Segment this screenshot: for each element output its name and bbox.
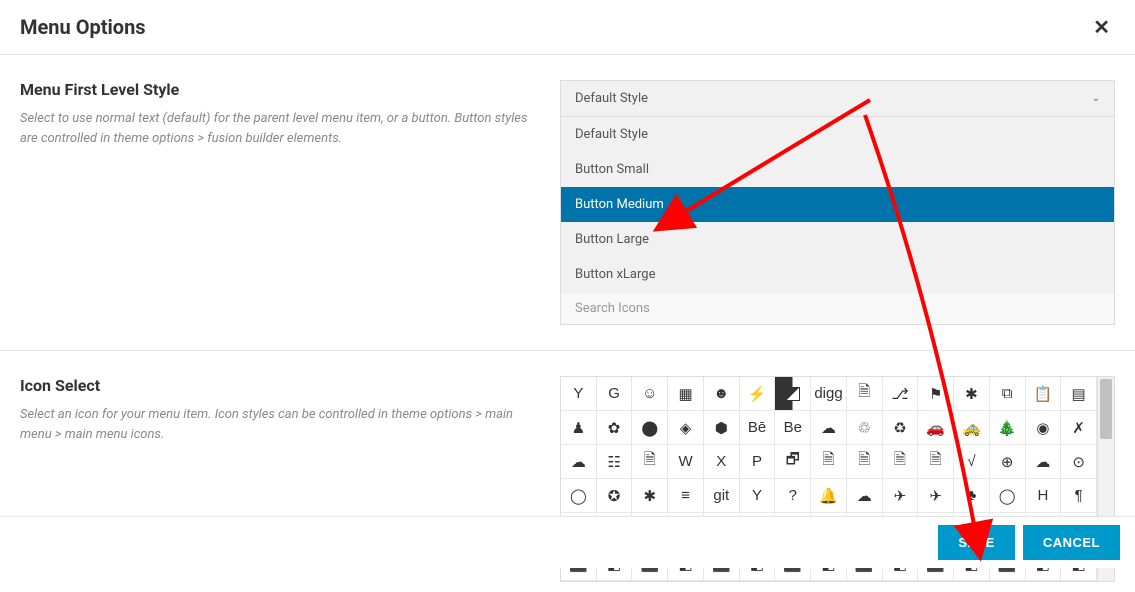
icon-cell[interactable]: ⬢ <box>704 411 740 445</box>
icon-cell[interactable]: ▤ <box>1061 377 1097 411</box>
icon-cell[interactable]: 🗎 <box>811 445 847 479</box>
icon-cell[interactable]: X <box>704 445 740 479</box>
icon-cell[interactable]: 🗗 <box>775 445 811 479</box>
icon-cell[interactable]: ¶ <box>1061 479 1097 513</box>
scrollbar-thumb[interactable] <box>1100 379 1112 439</box>
style-label-col: Menu First Level Style Select to use nor… <box>20 80 560 325</box>
icon-cell[interactable]: ☁ <box>561 445 597 479</box>
icon-cell[interactable]: ✗ <box>1061 411 1097 445</box>
close-icon[interactable]: ✕ <box>1088 15 1115 39</box>
icon-cell[interactable]: digg <box>811 377 847 411</box>
icon-cell[interactable]: Y <box>561 377 597 411</box>
icon-cell[interactable]: git <box>704 479 740 513</box>
icon-cell[interactable]: ☁ <box>811 411 847 445</box>
icon-help: Select an icon for your menu item. Icon … <box>20 405 530 444</box>
icon-cell[interactable]: ? <box>775 479 811 513</box>
style-help: Select to use normal text (default) for … <box>20 109 530 148</box>
icon-label: Icon Select <box>20 376 530 395</box>
icon-cell[interactable]: ⊙ <box>1061 445 1097 479</box>
icon-cell[interactable]: ✿ <box>597 411 633 445</box>
icon-cell[interactable]: ◈ <box>668 411 704 445</box>
icon-cell[interactable]: ☻ <box>704 377 740 411</box>
icon-cell[interactable]: Bē <box>740 411 776 445</box>
icon-cell[interactable]: ⚡ <box>740 377 776 411</box>
cancel-button[interactable]: CANCEL <box>1023 525 1120 560</box>
icon-cell[interactable]: 🔔 <box>811 479 847 513</box>
annotation-arrow-2 <box>855 115 1035 549</box>
icon-cell[interactable]: ✱ <box>632 479 668 513</box>
icon-cell[interactable]: ▦ <box>668 377 704 411</box>
icon-cell[interactable]: ≡ <box>668 479 704 513</box>
icon-cell[interactable]: ✪ <box>597 479 633 513</box>
icon-cell[interactable]: ⬤ <box>632 411 668 445</box>
chevron-down-icon: ⌄ <box>1092 93 1100 104</box>
icon-cell[interactable] <box>775 377 811 411</box>
style-select-value: Default Style <box>575 91 648 106</box>
dialog-header: Menu Options ✕ <box>0 0 1135 55</box>
icon-cell[interactable]: ◯ <box>561 479 597 513</box>
icon-cell[interactable]: P <box>740 445 776 479</box>
icon-cell[interactable]: 🗎 <box>632 445 668 479</box>
page-title: Menu Options <box>20 15 146 39</box>
icon-cell[interactable]: ☷ <box>597 445 633 479</box>
icon-cell[interactable]: G <box>597 377 633 411</box>
style-label: Menu First Level Style <box>20 80 530 99</box>
icon-cell[interactable]: ♟ <box>561 411 597 445</box>
icon-cell[interactable]: ☺ <box>632 377 668 411</box>
icon-cell[interactable]: Y <box>740 479 776 513</box>
icon-cell[interactable]: Be <box>775 411 811 445</box>
icon-cell[interactable]: W <box>668 445 704 479</box>
